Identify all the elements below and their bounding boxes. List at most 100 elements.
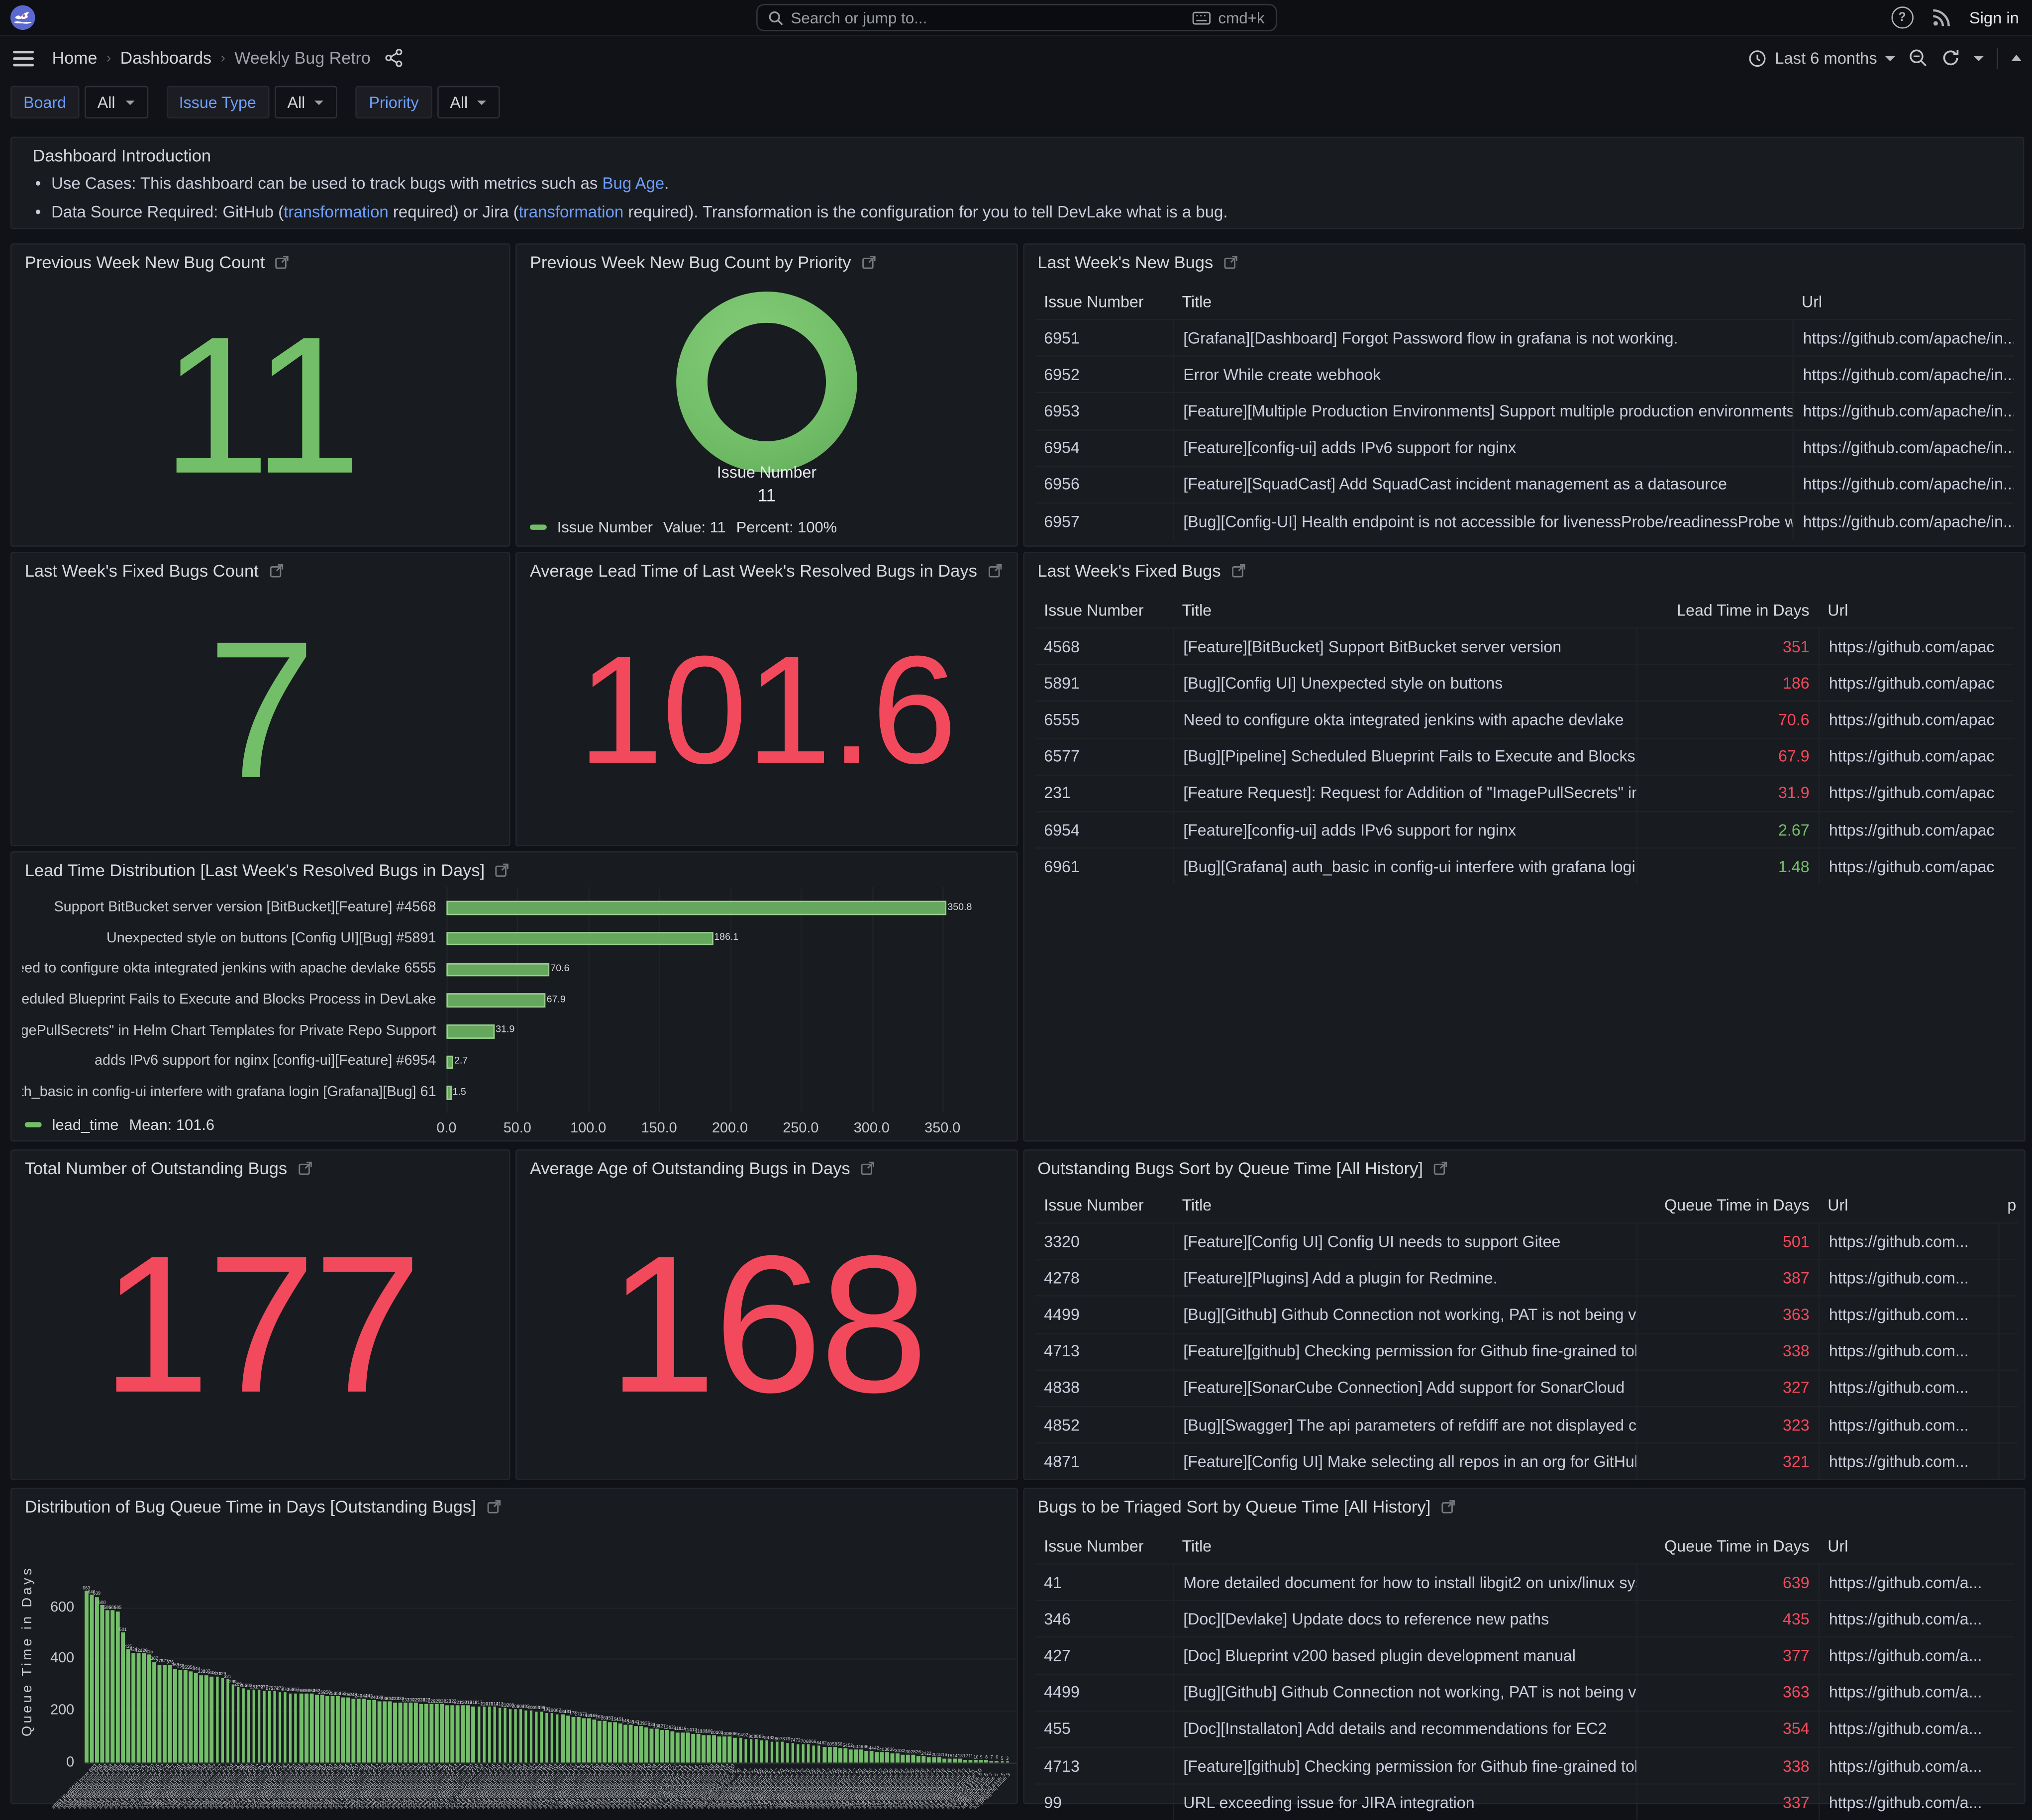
url-cell[interactable]: https://github.com/a... — [1819, 1563, 2014, 1600]
external-link-icon[interactable] — [988, 564, 1002, 578]
column-header[interactable]: Lead Time in Days — [1636, 592, 1819, 627]
bar — [163, 1665, 167, 1762]
url-cell[interactable]: https://github.com... — [1819, 1222, 1998, 1259]
column-header[interactable]: Issue Number — [1035, 1528, 1173, 1564]
url-cell[interactable]: https://github.com... — [1819, 1442, 1998, 1479]
menu-icon[interactable] — [13, 50, 34, 66]
column-header[interactable]: Queue Time in Days — [1636, 1187, 1819, 1222]
bullet-text: Data Source Required: GitHub (transforma… — [51, 203, 1227, 221]
refresh-interval-caret[interactable] — [1973, 55, 1984, 60]
filter-label[interactable]: Board — [10, 86, 79, 118]
bar-value-label: 54 — [843, 1743, 848, 1748]
url-cell[interactable]: https://github.com... — [1819, 1296, 1998, 1332]
external-link-icon[interactable] — [1433, 1161, 1448, 1176]
chevron-down-icon — [478, 100, 487, 104]
bar — [896, 1754, 899, 1763]
filter-label[interactable]: Issue Type — [166, 86, 269, 118]
external-link-icon[interactable] — [1231, 564, 1246, 578]
breadcrumb-item[interactable]: Dashboards — [120, 48, 211, 68]
external-link-icon[interactable] — [487, 1500, 501, 1514]
external-link-icon[interactable] — [1223, 255, 1238, 270]
panel-previous-week-new-bug-count-by-priority: Previous Week New Bug Count by Priority … — [515, 243, 1018, 547]
bar — [943, 1758, 946, 1762]
url-cell[interactable]: https://github.com/a... — [1819, 1673, 2014, 1710]
time-range-picker[interactable]: Last 6 months — [1749, 49, 1895, 67]
external-link-icon[interactable] — [1441, 1500, 1455, 1514]
bar — [802, 1744, 805, 1762]
lead-chart-legend[interactable]: lead_time Mean: 101.6 — [25, 1115, 214, 1134]
intro-link[interactable]: Bug Age — [603, 175, 665, 193]
filter-value-dropdown[interactable]: All — [274, 86, 337, 118]
url-cell[interactable]: https://github.com... — [1819, 1259, 1998, 1296]
refresh-icon[interactable] — [1941, 48, 1960, 68]
external-link-icon[interactable] — [275, 255, 290, 270]
bar — [399, 1703, 402, 1763]
bar — [723, 1736, 726, 1762]
zoom-out-icon[interactable] — [1908, 48, 1928, 68]
column-header[interactable]: Url — [1819, 1528, 2014, 1564]
url-cell[interactable]: https://github.com/a... — [1819, 1637, 2014, 1674]
column-header[interactable]: Url — [1793, 284, 2014, 319]
column-header[interactable]: Url — [1819, 592, 2014, 627]
url-cell[interactable]: https://github.com/apache/in... — [1793, 466, 2014, 503]
url-cell[interactable]: https://github.com/apac — [1819, 774, 2014, 811]
intro-link[interactable]: transformation — [284, 203, 389, 221]
bar — [958, 1759, 962, 1763]
column-header[interactable]: Issue Number — [1035, 1187, 1173, 1222]
url-cell[interactable]: https://github.com/a... — [1819, 1600, 2014, 1637]
bar — [880, 1752, 884, 1763]
table-cell: 4278 — [1035, 1259, 1173, 1296]
column-header[interactable]: Issue Number — [1035, 284, 1173, 319]
bar — [336, 1697, 339, 1762]
donut-legend[interactable]: Issue Number Value: 11 Percent: 100% — [530, 518, 837, 536]
help-icon[interactable]: ? — [1891, 6, 1913, 28]
column-header[interactable]: Title — [1173, 592, 1636, 627]
collapse-header-icon[interactable] — [2011, 55, 2022, 61]
column-header[interactable]: Title — [1173, 1187, 1636, 1222]
search-input[interactable]: Search or jump to... cmd+k — [756, 4, 1277, 31]
column-header[interactable]: Title — [1173, 284, 1792, 319]
bar — [446, 901, 946, 915]
url-cell[interactable]: https://github.com/apac — [1819, 627, 2014, 664]
table-cell: 4713 — [1035, 1747, 1173, 1784]
url-cell[interactable]: https://github.com... — [1819, 1332, 1998, 1369]
external-link-icon[interactable] — [861, 255, 876, 270]
breadcrumb-item[interactable]: Home — [52, 48, 98, 68]
url-cell[interactable]: https://github.com/a... — [1819, 1784, 2014, 1820]
column-header[interactable]: Queue Time in Days — [1636, 1528, 1819, 1564]
url-cell[interactable]: https://github.com/apac — [1819, 848, 2014, 885]
column-header[interactable]: Url — [1819, 1187, 1998, 1222]
url-cell[interactable]: https://github.com/apac — [1819, 737, 2014, 774]
external-link-icon[interactable] — [269, 564, 284, 578]
url-cell[interactable]: https://github.com... — [1819, 1406, 1998, 1442]
url-cell[interactable]: https://github.com... — [1819, 1369, 1998, 1406]
url-cell[interactable]: https://github.com/a... — [1819, 1747, 2014, 1784]
external-link-icon[interactable] — [495, 863, 509, 878]
url-cell[interactable]: https://github.com/apache/in... — [1793, 503, 2014, 539]
url-cell[interactable]: https://github.com/apac — [1819, 811, 2014, 848]
url-cell[interactable]: https://github.com/apache/in... — [1793, 392, 2014, 429]
url-cell[interactable]: https://github.com/apache/in... — [1793, 356, 2014, 393]
filter-value-dropdown[interactable]: All — [437, 86, 500, 118]
sign-in-button[interactable]: Sign in — [1969, 8, 2019, 27]
grid-line — [85, 1659, 1016, 1660]
news-rss-icon[interactable] — [1931, 8, 1951, 27]
external-link-icon[interactable] — [298, 1161, 312, 1176]
url-cell[interactable]: https://github.com/apac — [1819, 701, 2014, 738]
bar — [671, 1731, 674, 1762]
share-icon[interactable] — [384, 48, 403, 68]
table-cell: 377 — [1636, 1637, 1819, 1674]
url-cell[interactable]: https://github.com/apache/in... — [1793, 319, 2014, 356]
url-cell[interactable]: https://github.com/apac — [1819, 664, 2014, 701]
url-cell[interactable]: https://github.com/apache/in... — [1793, 429, 2014, 466]
devlake-logo[interactable] — [10, 5, 35, 30]
filter-value-dropdown[interactable]: All — [85, 86, 148, 118]
external-link-icon[interactable] — [861, 1161, 875, 1176]
intro-link[interactable]: transformation — [519, 203, 624, 221]
column-header[interactable]: Issue Number — [1035, 592, 1173, 627]
url-cell[interactable]: https://github.com/a... — [1819, 1710, 2014, 1747]
column-header[interactable]: p — [1998, 1187, 2018, 1222]
filter-label[interactable]: Priority — [356, 86, 431, 118]
bar — [577, 1717, 580, 1762]
column-header[interactable]: Title — [1173, 1528, 1636, 1564]
